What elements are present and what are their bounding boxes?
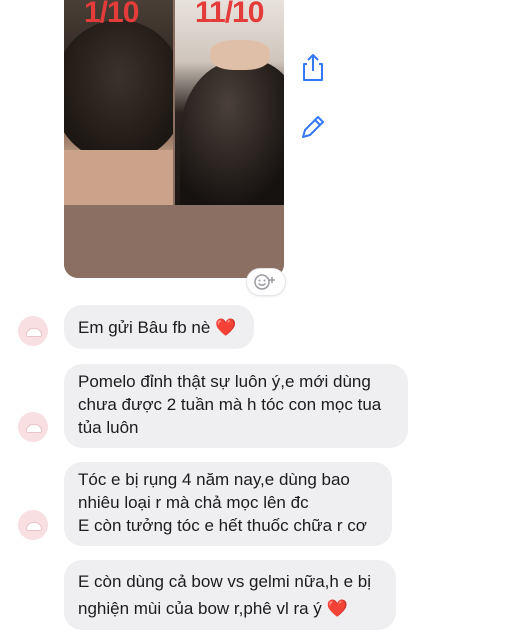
message-text: Tóc e bị rụng 4 năm nay,e dùng bao xyxy=(78,470,350,489)
hand-image xyxy=(210,40,270,70)
message-bubble[interactable]: Em gửi Bâu fb nè ❤️ xyxy=(64,305,254,349)
photo-message[interactable]: 1/10 11/10 xyxy=(64,0,284,278)
message-bubble[interactable]: Tóc e bị rụng 4 năm nay,e dùng bao nhiêu… xyxy=(64,462,392,546)
before-photo: 1/10 xyxy=(64,0,173,205)
message-text: tủa luôn xyxy=(78,418,139,437)
message-text: nhiêu loại r mà chả mọc lên đc xyxy=(78,493,309,512)
after-date-label: 11/10 xyxy=(195,0,264,29)
face-before-image xyxy=(64,150,173,205)
heart-emoji: ❤️ xyxy=(215,318,237,337)
message-text: E còn tưởng tóc e hết thuốc chữa r cơ xyxy=(78,516,367,535)
heart-emoji: ❤️ xyxy=(326,599,348,618)
before-date-label: 1/10 xyxy=(84,0,139,29)
hair-after-image xyxy=(180,60,284,205)
message-text: Em gửi Bâu fb nè ❤️ xyxy=(78,318,237,337)
add-reaction-icon xyxy=(254,274,275,290)
avatar[interactable] xyxy=(18,510,48,540)
message-bubble[interactable]: E còn dùng cả bow vs gelmi nữa,h e bị ng… xyxy=(64,560,396,630)
photo-background xyxy=(64,205,284,278)
share-icon[interactable] xyxy=(298,52,328,82)
pencil-icon[interactable] xyxy=(298,112,328,142)
hair-before-image xyxy=(64,20,173,160)
add-reaction-button[interactable] xyxy=(246,268,286,296)
avatar[interactable] xyxy=(18,316,48,346)
after-photo: 11/10 xyxy=(175,0,284,205)
message-bubble[interactable]: Pomelo đỉnh thật sự luôn ý,e mới dùng ch… xyxy=(64,364,408,448)
message-text: E còn dùng cả bow vs gelmi nữa,h e bị xyxy=(78,572,371,591)
message-text: Pomelo đỉnh thật sự luôn ý,e mới dùng xyxy=(78,372,371,391)
message-text: chưa được 2 tuần mà h tóc con mọc tua xyxy=(78,395,382,414)
message-text: nghiện mùi của bow r,phê vl ra ý ❤️ xyxy=(78,599,348,618)
avatar[interactable] xyxy=(18,412,48,442)
